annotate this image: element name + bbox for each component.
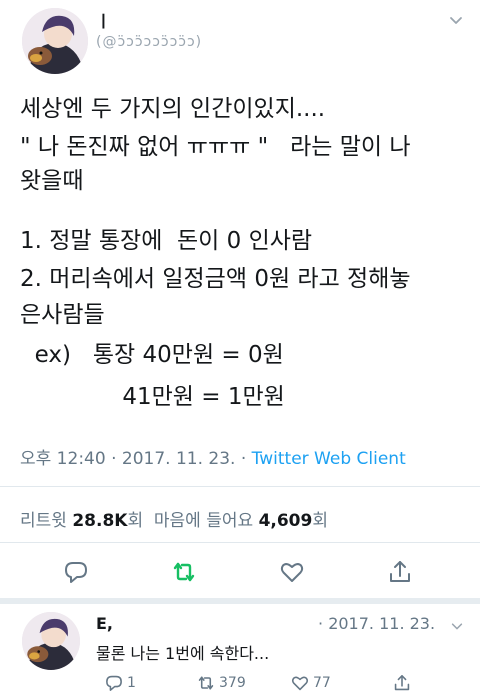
reply-author-avatar[interactable] (22, 612, 80, 670)
tweet-date[interactable]: 2017. 11. 23. (122, 449, 236, 469)
likes-unit: 회 (312, 511, 328, 531)
meta-separator: · (111, 449, 117, 469)
likes-count[interactable]: 4,609 (259, 511, 313, 531)
reply-reply-button[interactable]: 1 (104, 672, 136, 694)
tweet-line: 은사람들 (20, 302, 105, 328)
share-icon[interactable] (386, 558, 414, 586)
divider (0, 486, 480, 487)
reply-share-button[interactable] (392, 672, 415, 694)
reply-date[interactable]: · 2017. 11. 23. (318, 614, 435, 633)
avatar-illustration (22, 8, 88, 74)
reply-retweet-count: 379 (219, 675, 246, 691)
chevron-down-icon[interactable] (448, 12, 464, 28)
tweet-client-link[interactable]: Twitter Web Client (252, 449, 406, 469)
retweet-icon[interactable] (170, 558, 198, 586)
tweet-line: ex) 통장 40만원 = 0원 (20, 342, 284, 368)
author-avatar[interactable] (22, 8, 88, 74)
likes-label[interactable]: 마음에 들어요 (154, 511, 253, 531)
reply-reply-count: 1 (127, 675, 136, 691)
tweet-line: 왓을때 (20, 168, 84, 194)
heart-icon (291, 676, 309, 691)
heart-icon[interactable] (278, 558, 306, 586)
avatar-illustration (22, 612, 80, 670)
retweet-icon (198, 676, 214, 690)
reply-like-count: 77 (313, 675, 331, 691)
meta-separator: · (318, 614, 324, 633)
author-handle[interactable]: (@ɔ̈ɔɔ̈ɔɔɔ̈ɔɔ̈ɔ) (96, 34, 202, 50)
retweets-unit: 회 (127, 511, 144, 531)
tweet-line: 41만원 = 1만원 (20, 384, 285, 410)
tweet-time: 오후 12:40 (20, 449, 106, 469)
retweets-count[interactable]: 28.8K (72, 511, 127, 531)
section-divider (0, 598, 480, 604)
divider (0, 542, 480, 543)
retweets-label[interactable]: 리트윗 (20, 511, 67, 531)
reply-retweet-button[interactable]: 379 (196, 672, 246, 694)
author-name[interactable]: ㅣ (96, 8, 111, 32)
tweet-meta: 오후 12:40 · 2017. 11. 23. · Twitter Web C… (20, 444, 406, 469)
tweet-line: 세상엔 두 가지의 인간이있지.... (20, 96, 326, 122)
chevron-down-icon[interactable] (450, 618, 464, 632)
reply-author-name[interactable]: E, (96, 614, 113, 633)
reply-like-button[interactable]: 77 (290, 672, 331, 694)
share-icon (394, 675, 410, 691)
tweet-line: 1. 정말 통장에 돈이 0 인사람 (20, 228, 313, 254)
reply-icon (106, 675, 122, 691)
tweet-line: 2. 머리속에서 일정금액 0원 라고 정해놓 (20, 266, 411, 292)
tweet-stats: 리트윗 28.8K회 마음에 들어요 4,609회 (20, 506, 328, 531)
tweet-line: " 나 돈진짜 없어 ㅠㅠㅠ " 라는 말이 나 (20, 134, 411, 160)
meta-separator: · (240, 449, 247, 469)
reply-icon[interactable] (62, 558, 90, 586)
reply-text: 물론 나는 1번에 속한다... (96, 644, 270, 663)
reply-date-text[interactable]: 2017. 11. 23. (328, 614, 435, 633)
